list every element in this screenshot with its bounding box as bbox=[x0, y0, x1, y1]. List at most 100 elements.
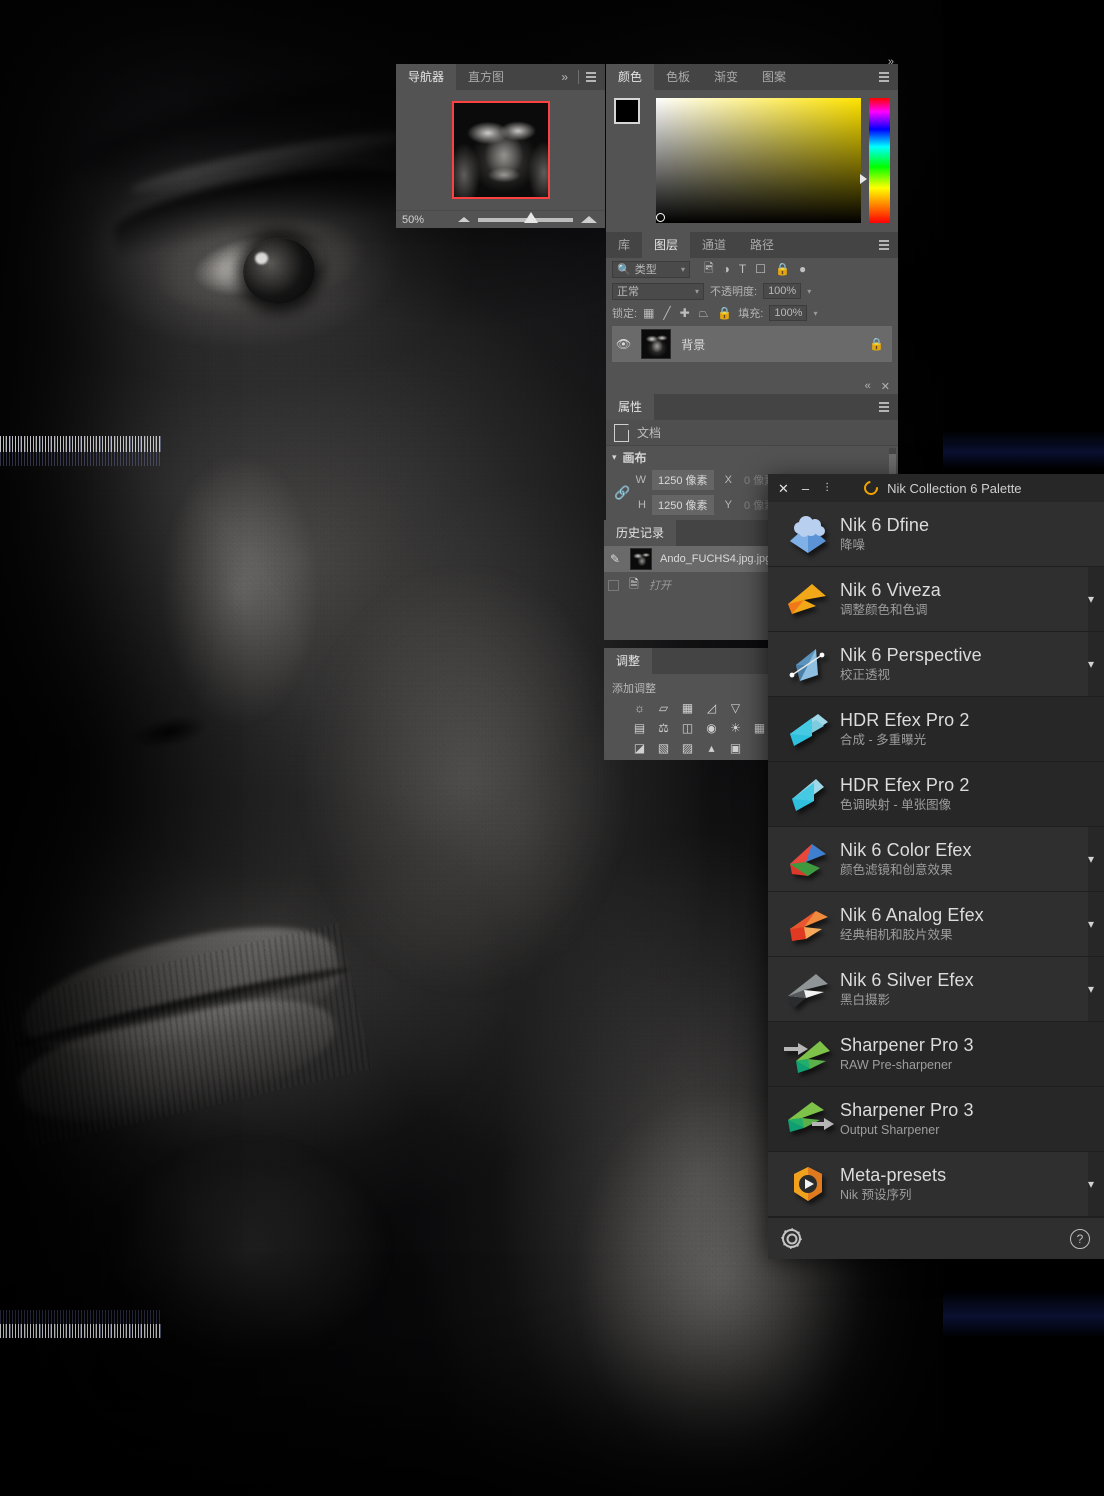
foreground-color-swatch[interactable] bbox=[614, 98, 640, 124]
brightness-contrast-icon[interactable]: ☼ bbox=[632, 700, 647, 715]
link-dimensions-icon[interactable]: 🔗 bbox=[614, 481, 630, 505]
panel-menu-icon[interactable] bbox=[876, 232, 892, 258]
nik-item-viveza[interactable]: Nik 6 Viveza 调整颜色和色调 ▾ bbox=[768, 567, 1104, 632]
layer-row-background[interactable]: 👁 背景 🔒 bbox=[612, 326, 892, 362]
tab-adjustments[interactable]: 调整 bbox=[604, 648, 653, 674]
nik-item-analog-efex[interactable]: Nik 6 Analog Efex 经典相机和胶片效果 ▾ bbox=[768, 892, 1104, 957]
lock-position-icon[interactable]: ✚ bbox=[680, 306, 690, 320]
nik-item-sharpener-output[interactable]: Sharpener Pro 3 Output Sharpener bbox=[768, 1087, 1104, 1152]
image-filter-icon[interactable]: 🖻 bbox=[704, 259, 714, 280]
shape-filter-icon[interactable]: ☐ bbox=[755, 262, 766, 276]
layer-thumbnail[interactable] bbox=[641, 329, 672, 359]
panel-menu-icon[interactable] bbox=[583, 64, 599, 90]
zoom-slider[interactable] bbox=[458, 211, 605, 223]
curves-icon[interactable]: ▦ bbox=[680, 700, 695, 715]
nik-item-color-efex[interactable]: Nik 6 Color Efex 颜色滤镜和创意效果 ▾ bbox=[768, 827, 1104, 892]
zoom-out-icon[interactable] bbox=[458, 217, 470, 222]
threshold-icon[interactable]: ▨ bbox=[680, 740, 695, 755]
zoom-in-icon[interactable] bbox=[581, 216, 597, 223]
text-filter-icon[interactable]: T bbox=[739, 262, 746, 276]
double-chevron-right-icon[interactable]: » bbox=[555, 64, 574, 90]
tab-paths[interactable]: 路径 bbox=[738, 232, 787, 258]
smartobject-filter-icon[interactable]: 🔒 bbox=[775, 262, 790, 276]
lock-transparency-icon[interactable]: ▦ bbox=[643, 306, 654, 320]
eye-icon[interactable]: 👁 bbox=[616, 337, 631, 351]
vibrance-icon[interactable]: ▽ bbox=[728, 700, 743, 715]
chevron-down-icon[interactable]: ▾ bbox=[1088, 657, 1094, 671]
adjustment-filter-icon[interactable]: ◑ bbox=[723, 262, 730, 276]
double-chevron-left-icon[interactable]: « bbox=[865, 380, 871, 392]
hue-saturation-icon[interactable]: ▤ bbox=[632, 720, 647, 735]
chevron-down-icon[interactable]: ▾ bbox=[1088, 982, 1094, 996]
lock-all-icon[interactable]: 🔒 bbox=[717, 306, 732, 320]
gear-icon[interactable] bbox=[782, 1229, 801, 1248]
tab-swatches[interactable]: 色板 bbox=[654, 64, 703, 90]
tab-navigator[interactable]: 导航器 bbox=[396, 64, 457, 90]
chevron-down-icon[interactable]: ▾ bbox=[1088, 917, 1094, 931]
chevron-down-icon[interactable]: ▾ bbox=[1088, 592, 1094, 606]
canvas-section-header[interactable]: ▾ 画布 bbox=[606, 446, 898, 468]
layer-filter-icons[interactable]: 🖻 ◑ T ☐ 🔒 ● bbox=[704, 259, 806, 280]
tab-properties[interactable]: 属性 bbox=[606, 394, 655, 420]
photo-filter-icon[interactable]: ◉ bbox=[704, 720, 719, 735]
levels-icon[interactable]: ▱ bbox=[656, 700, 671, 715]
history-item-snapshot[interactable]: ✎ Ando_FUCHS4.jpg.jpg bbox=[604, 546, 774, 572]
opacity-value[interactable]: 100% bbox=[763, 283, 802, 299]
nik-item-sharpener-raw[interactable]: Sharpener Pro 3 RAW Pre-sharpener bbox=[768, 1022, 1104, 1087]
color-picker-cursor[interactable] bbox=[656, 213, 666, 222]
toggle-filter-icon[interactable]: ● bbox=[799, 262, 806, 276]
selective-color-icon[interactable]: ▣ bbox=[728, 740, 743, 755]
nik-item-hdr-merge[interactable]: HDR Efex Pro 2 合成 - 多重曝光 bbox=[768, 697, 1104, 762]
nik-item-perspective[interactable]: Nik 6 Perspective 校正透视 ▾ bbox=[768, 632, 1104, 697]
nik-item-silver-efex[interactable]: Nik 6 Silver Efex 黑白摄影 ▾ bbox=[768, 957, 1104, 1022]
fill-stepper-icon[interactable]: ▾ bbox=[813, 309, 817, 318]
width-input[interactable]: 1250 像素 bbox=[652, 470, 714, 490]
hue-slider-marker[interactable] bbox=[860, 174, 868, 184]
tab-libraries[interactable]: 库 bbox=[606, 232, 643, 258]
chevron-down-icon[interactable]: ▾ bbox=[1088, 852, 1094, 866]
zoom-level-value[interactable]: 50% bbox=[396, 214, 458, 226]
minimize-icon[interactable]: – bbox=[802, 482, 809, 495]
black-white-icon[interactable]: ◫ bbox=[680, 720, 695, 735]
lock-icon[interactable]: 🔒 bbox=[869, 337, 884, 351]
height-input[interactable]: 1250 像素 bbox=[652, 495, 714, 515]
panel-collapse-icon[interactable]: » bbox=[888, 56, 894, 68]
layer-name[interactable]: 背景 bbox=[681, 336, 705, 353]
color-balance-icon[interactable]: ⚖ bbox=[656, 720, 671, 735]
channel-mixer-icon[interactable]: ☀ bbox=[728, 720, 743, 735]
color-picker-field[interactable] bbox=[656, 98, 862, 223]
navigator-thumbnail[interactable] bbox=[451, 101, 550, 199]
help-icon[interactable]: ? bbox=[1070, 1228, 1090, 1249]
posterize-icon[interactable]: ▧ bbox=[656, 740, 671, 755]
nik-item-meta-presets[interactable]: Meta-presets Nik 预设序列 ▾ bbox=[768, 1152, 1104, 1217]
nik-titlebar[interactable]: ✕ – ⋮ Nik Collection 6 Palette bbox=[768, 474, 1104, 502]
tab-channels[interactable]: 通道 bbox=[690, 232, 739, 258]
zoom-slider-knob[interactable] bbox=[523, 211, 538, 223]
nik-item-dfine[interactable]: Nik 6 Dfine 降噪 bbox=[768, 502, 1104, 567]
lock-artboard-icon[interactable]: ⏢ bbox=[699, 306, 709, 321]
zoom-slider-track[interactable] bbox=[478, 211, 573, 223]
layer-filter-type-select[interactable]: 🔍 类型 ▾ bbox=[612, 260, 690, 278]
exposure-icon[interactable]: ◿ bbox=[704, 700, 719, 715]
tab-histogram[interactable]: 直方图 bbox=[456, 64, 517, 90]
chevron-down-icon[interactable]: ▾ bbox=[612, 452, 617, 463]
tab-color[interactable]: 颜色 bbox=[606, 64, 655, 90]
chevron-down-icon[interactable]: ▾ bbox=[1088, 1177, 1094, 1191]
gradient-map-icon[interactable]: ▴ bbox=[704, 740, 719, 755]
panel-menu-icon[interactable] bbox=[876, 394, 892, 420]
lock-icon-group[interactable]: ▦ ╱ ✚ ⏢ 🔒 bbox=[643, 306, 732, 321]
blend-mode-select[interactable]: 正常 ▾ bbox=[612, 282, 704, 300]
history-item-open[interactable]: 🗎 打开 bbox=[604, 572, 774, 598]
hue-slider[interactable] bbox=[860, 98, 890, 223]
lock-image-icon[interactable]: ╱ bbox=[663, 306, 670, 320]
navigator-preview[interactable] bbox=[396, 90, 605, 210]
close-icon[interactable]: ✕ bbox=[881, 380, 890, 393]
dock-icon[interactable]: ⋮ bbox=[822, 483, 832, 493]
tab-history[interactable]: 历史记录 bbox=[604, 520, 677, 546]
fill-value[interactable]: 100% bbox=[769, 305, 808, 321]
window-controls[interactable]: ✕ – ⋮ bbox=[778, 482, 832, 495]
opacity-stepper-icon[interactable]: ▾ bbox=[807, 287, 811, 296]
color-lookup-icon[interactable]: ▦ bbox=[752, 720, 767, 735]
tab-gradients[interactable]: 渐变 bbox=[702, 64, 751, 90]
invert-icon[interactable]: ◪ bbox=[632, 740, 647, 755]
